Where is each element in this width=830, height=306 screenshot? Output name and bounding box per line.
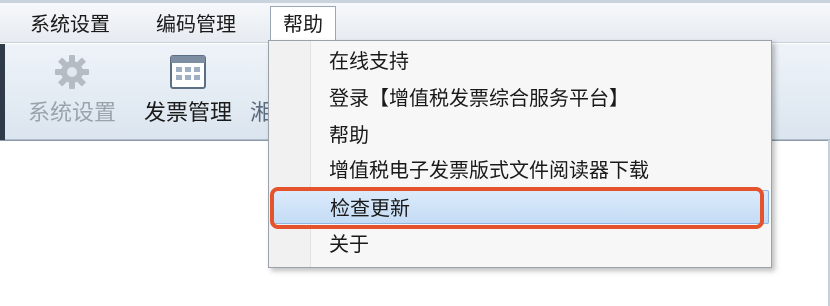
menu-bar: 系统设置 编码管理 帮助: [0, 3, 830, 44]
menu-item-login-platform[interactable]: 登录【增值税发票综合服务平台】: [271, 81, 769, 115]
invoice-grid-icon: [168, 52, 208, 92]
menu-help[interactable]: 帮助: [270, 6, 336, 44]
help-dropdown-menu: 在线支持 登录【增值税发票综合服务平台】 帮助 增值税电子发票版式文件阅读器下载…: [268, 40, 772, 268]
toolbar-partial-label: 湘: [250, 101, 273, 126]
toolbar-invoice-management-button[interactable]: 发票管理: [134, 50, 242, 136]
toolbar-system-settings-label: 系统设置: [27, 101, 116, 126]
toolbar-invoice-management-label: 发票管理: [143, 101, 232, 126]
app-window: 系统设置 编码管理 帮助 系统设置 发票管理 湘 在线支持 登录【增值税发票综合…: [0, 0, 830, 306]
gear-icon: [52, 52, 92, 92]
menu-item-help[interactable]: 帮助: [271, 118, 769, 152]
toolbar-system-settings-button[interactable]: 系统设置: [18, 50, 126, 136]
menu-item-reader-download[interactable]: 增值税电子发票版式文件阅读器下载: [271, 153, 769, 187]
toolbar-partial-button[interactable]: 湘: [250, 50, 273, 136]
menu-system-settings[interactable]: 系统设置: [18, 7, 122, 41]
menu-item-check-update[interactable]: 检查更新: [271, 190, 769, 224]
menu-item-about[interactable]: 关于: [271, 227, 769, 261]
toolbar-left-edge: [0, 44, 5, 140]
menu-item-online-support[interactable]: 在线支持: [271, 44, 769, 78]
menu-code-management[interactable]: 编码管理: [144, 7, 248, 41]
